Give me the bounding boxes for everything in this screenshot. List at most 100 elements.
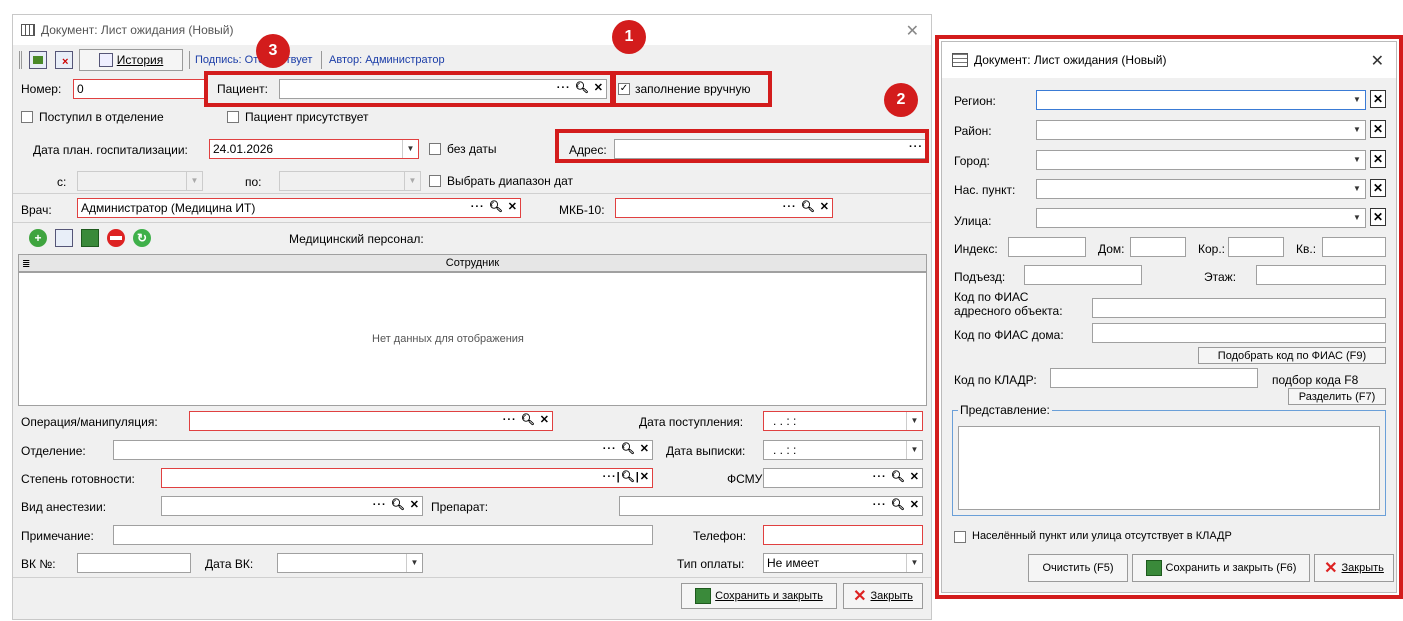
operation-field[interactable]: ··· 🔍︎ ✕ bbox=[189, 411, 553, 431]
readiness-field[interactable]: ···|🔍︎|✕ bbox=[161, 468, 653, 488]
korp-field[interactable] bbox=[1228, 237, 1284, 257]
kladr-field[interactable] bbox=[1050, 368, 1258, 388]
number-field[interactable]: 0 bbox=[73, 79, 205, 99]
chevron-down-icon[interactable]: ▼ bbox=[906, 412, 922, 430]
date-range-checkbox[interactable] bbox=[429, 175, 441, 187]
readiness-field-buttons[interactable]: ···|🔍︎|✕ bbox=[603, 470, 650, 483]
patient-present-checkbox[interactable] bbox=[227, 111, 239, 123]
from-date-field[interactable]: ▼ bbox=[77, 171, 203, 191]
region-field[interactable]: ▼ bbox=[1036, 90, 1366, 110]
patient-field-buttons[interactable]: ··· 🔍︎ ✕ bbox=[557, 81, 604, 94]
fsmu-field[interactable]: ··· 🔍︎ ✕ bbox=[763, 468, 923, 488]
window-icon bbox=[952, 53, 968, 67]
street-field[interactable]: ▼ bbox=[1036, 208, 1366, 228]
doctor-field[interactable]: Администратор (Медицина ИТ) ··· 🔍︎ ✕ bbox=[77, 198, 521, 218]
vk-date-label: Дата ВК: bbox=[205, 557, 254, 571]
ellipsis-icon[interactable]: ··· bbox=[909, 141, 923, 153]
annotation-badge-2: 2 bbox=[884, 83, 918, 117]
clear-city-icon[interactable]: ✕ bbox=[1370, 150, 1386, 168]
operation-field-buttons[interactable]: ··· 🔍︎ ✕ bbox=[503, 413, 550, 426]
chevron-down-icon[interactable]: ▼ bbox=[402, 140, 418, 158]
pay-type-label: Тип оплаты: bbox=[677, 557, 745, 571]
pick-fias-button[interactable]: Подобрать код по ФИАС (F9) bbox=[1198, 347, 1386, 364]
pay-type-field[interactable]: Не имеет ▼ bbox=[763, 553, 923, 573]
address-field[interactable]: ··· bbox=[614, 139, 926, 159]
column-chooser-icon[interactable]: ≣ bbox=[22, 257, 30, 273]
address-save-close-button[interactable]: Сохранить и закрыть (F6) bbox=[1132, 554, 1310, 582]
entrance-label: Подъезд: bbox=[954, 270, 1006, 284]
mkb-field-buttons[interactable]: ··· 🔍︎ ✕ bbox=[783, 200, 830, 213]
date-range-label: Выбрать диапазон дат bbox=[447, 174, 573, 188]
history-button[interactable]: История bbox=[79, 49, 183, 71]
chevron-down-icon[interactable]: ▼ bbox=[906, 441, 922, 459]
drug-field[interactable]: ··· 🔍︎ ✕ bbox=[619, 496, 923, 516]
chevron-down-icon[interactable]: ▼ bbox=[404, 172, 420, 190]
city-field[interactable]: ▼ bbox=[1036, 150, 1366, 170]
save-icon[interactable] bbox=[81, 229, 99, 247]
arrival-date-field[interactable]: . . : : ▼ bbox=[763, 411, 923, 431]
kv-field[interactable] bbox=[1322, 237, 1386, 257]
edit-doc-icon[interactable] bbox=[29, 51, 47, 69]
locality-field[interactable]: ▼ bbox=[1036, 179, 1366, 199]
chevron-down-icon[interactable]: ▼ bbox=[186, 172, 202, 190]
phone-field[interactable] bbox=[763, 525, 923, 545]
refresh-icon[interactable]: ↻ bbox=[133, 229, 151, 247]
index-field[interactable] bbox=[1008, 237, 1086, 257]
note-field[interactable] bbox=[113, 525, 653, 545]
department-field-buttons[interactable]: ··· 🔍︎ ✕ bbox=[603, 442, 650, 455]
missing-kladr-checkbox[interactable] bbox=[954, 531, 966, 543]
clear-district-icon[interactable]: ✕ bbox=[1370, 120, 1386, 138]
remove-icon[interactable] bbox=[107, 229, 125, 247]
address-close-button[interactable]: ✕ Закрыть bbox=[1314, 554, 1394, 582]
split-button[interactable]: Разделить (F7) bbox=[1288, 388, 1386, 405]
chevron-down-icon[interactable]: ▼ bbox=[1349, 121, 1365, 139]
save-close-button[interactable]: Сохранить и закрыть bbox=[681, 583, 837, 609]
add-icon[interactable]: + bbox=[29, 229, 47, 247]
author-link[interactable]: Автор: Администратор bbox=[329, 54, 445, 66]
plan-date-field[interactable]: 24.01.2026 ▼ bbox=[209, 139, 419, 159]
doctor-field-buttons[interactable]: ··· 🔍︎ ✕ bbox=[471, 200, 518, 213]
house-field[interactable] bbox=[1130, 237, 1186, 257]
to-label: по: bbox=[245, 175, 262, 189]
entrance-field[interactable] bbox=[1024, 265, 1142, 285]
district-label: Район: bbox=[954, 124, 992, 138]
chevron-down-icon[interactable]: ▼ bbox=[1349, 151, 1365, 169]
drug-field-buttons[interactable]: ··· 🔍︎ ✕ bbox=[873, 498, 920, 511]
signature-link[interactable]: Подпись: Отс твует bbox=[195, 54, 312, 66]
admitted-checkbox[interactable] bbox=[21, 111, 33, 123]
discharge-date-field[interactable]: . . : : ▼ bbox=[763, 440, 923, 460]
clear-locality-icon[interactable]: ✕ bbox=[1370, 179, 1386, 197]
grid-column-employee[interactable]: Сотрудник bbox=[446, 257, 499, 269]
kladr-label: Код по КЛАДР: bbox=[954, 373, 1037, 387]
floor-field[interactable] bbox=[1256, 265, 1386, 285]
close-button[interactable]: ✕ Закрыть bbox=[843, 583, 923, 609]
fsmu-field-buttons[interactable]: ··· 🔍︎ ✕ bbox=[873, 470, 920, 483]
chevron-down-icon[interactable]: ▼ bbox=[1349, 180, 1365, 198]
vk-date-field[interactable]: ▼ bbox=[277, 553, 423, 573]
chevron-down-icon[interactable]: ▼ bbox=[906, 554, 922, 572]
anesthesia-field[interactable]: ··· 🔍︎ ✕ bbox=[161, 496, 423, 516]
fias-house-field[interactable] bbox=[1092, 323, 1386, 343]
region-label: Регион: bbox=[954, 94, 996, 108]
close-icon[interactable]: ✕ bbox=[906, 21, 919, 41]
delete-doc-icon[interactable]: × bbox=[55, 51, 73, 69]
clear-region-icon[interactable]: ✕ bbox=[1370, 90, 1386, 108]
patient-field[interactable]: ··· 🔍︎ ✕ bbox=[279, 79, 607, 99]
chevron-down-icon[interactable]: ▼ bbox=[1349, 91, 1365, 109]
vk-num-field[interactable] bbox=[77, 553, 191, 573]
chevron-down-icon[interactable]: ▼ bbox=[1349, 209, 1365, 227]
district-field[interactable]: ▼ bbox=[1036, 120, 1366, 140]
no-date-checkbox[interactable] bbox=[429, 143, 441, 155]
chevron-down-icon[interactable]: ▼ bbox=[406, 554, 422, 572]
anesthesia-field-buttons[interactable]: ··· 🔍︎ ✕ bbox=[373, 498, 420, 511]
mkb-field[interactable]: ··· 🔍︎ ✕ bbox=[615, 198, 833, 218]
clear-street-icon[interactable]: ✕ bbox=[1370, 208, 1386, 226]
edit-doc-icon[interactable] bbox=[55, 229, 73, 247]
clear-button[interactable]: Очистить (F5) bbox=[1028, 554, 1128, 582]
to-date-field[interactable]: ▼ bbox=[279, 171, 421, 191]
manual-fill-checkbox[interactable]: ✓ bbox=[618, 83, 630, 95]
fias-addr-field[interactable] bbox=[1092, 298, 1386, 318]
department-field[interactable]: ··· 🔍︎ ✕ bbox=[113, 440, 653, 460]
close-icon[interactable]: ✕ bbox=[1371, 51, 1384, 71]
presentation-text[interactable] bbox=[958, 426, 1380, 510]
